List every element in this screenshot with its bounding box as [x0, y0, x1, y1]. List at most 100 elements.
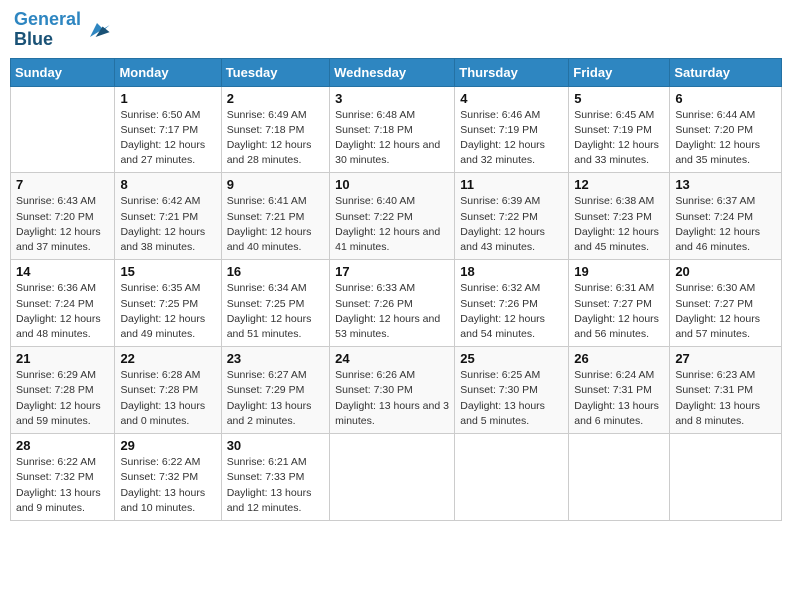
day-number: 10 [335, 177, 449, 192]
calendar-cell: 4 Sunrise: 6:46 AM Sunset: 7:19 PM Daylig… [455, 86, 569, 173]
calendar-cell [455, 434, 569, 521]
day-number: 26 [574, 351, 664, 366]
day-info: Sunrise: 6:39 AM Sunset: 7:22 PM Dayligh… [460, 194, 563, 255]
calendar-cell: 15 Sunrise: 6:35 AM Sunset: 7:25 PM Dayli… [115, 260, 221, 347]
day-number: 18 [460, 264, 563, 279]
calendar-cell: 3 Sunrise: 6:48 AM Sunset: 7:18 PM Daylig… [330, 86, 455, 173]
day-number: 16 [227, 264, 324, 279]
calendar-table: SundayMondayTuesdayWednesdayThursdayFrid… [10, 58, 782, 521]
calendar-cell: 9 Sunrise: 6:41 AM Sunset: 7:21 PM Daylig… [221, 173, 329, 260]
day-info: Sunrise: 6:43 AM Sunset: 7:20 PM Dayligh… [16, 194, 109, 255]
calendar-cell: 10 Sunrise: 6:40 AM Sunset: 7:22 PM Dayli… [330, 173, 455, 260]
day-info: Sunrise: 6:29 AM Sunset: 7:28 PM Dayligh… [16, 368, 109, 429]
logo: GeneralBlue [14, 10, 111, 50]
day-info: Sunrise: 6:30 AM Sunset: 7:27 PM Dayligh… [675, 281, 776, 342]
day-info: Sunrise: 6:22 AM Sunset: 7:32 PM Dayligh… [16, 455, 109, 516]
day-info: Sunrise: 6:40 AM Sunset: 7:22 PM Dayligh… [335, 194, 449, 255]
day-number: 2 [227, 91, 324, 106]
calendar-cell: 26 Sunrise: 6:24 AM Sunset: 7:31 PM Dayli… [569, 347, 670, 434]
calendar-cell: 7 Sunrise: 6:43 AM Sunset: 7:20 PM Daylig… [11, 173, 115, 260]
day-info: Sunrise: 6:36 AM Sunset: 7:24 PM Dayligh… [16, 281, 109, 342]
day-info: Sunrise: 6:45 AM Sunset: 7:19 PM Dayligh… [574, 108, 664, 169]
day-number: 29 [120, 438, 215, 453]
day-number: 12 [574, 177, 664, 192]
day-info: Sunrise: 6:22 AM Sunset: 7:32 PM Dayligh… [120, 455, 215, 516]
calendar-cell: 28 Sunrise: 6:22 AM Sunset: 7:32 PM Dayli… [11, 434, 115, 521]
day-number: 6 [675, 91, 776, 106]
day-number: 25 [460, 351, 563, 366]
day-number: 7 [16, 177, 109, 192]
day-info: Sunrise: 6:25 AM Sunset: 7:30 PM Dayligh… [460, 368, 563, 429]
calendar-cell: 19Sunrise: 6:31 AM Sunset: 7:27 PM Dayli… [569, 260, 670, 347]
day-info: Sunrise: 6:26 AM Sunset: 7:30 PM Dayligh… [335, 368, 449, 429]
calendar-week-1: 1 Sunrise: 6:50 AM Sunset: 7:17 PM Daylig… [11, 86, 782, 173]
calendar-cell: 23 Sunrise: 6:27 AM Sunset: 7:29 PM Dayli… [221, 347, 329, 434]
day-info: Sunrise: 6:50 AM Sunset: 7:17 PM Dayligh… [120, 108, 215, 169]
day-info: Sunrise: 6:31 AM Sunset: 7:27 PM Dayligh… [574, 281, 664, 342]
day-info: Sunrise: 6:44 AM Sunset: 7:20 PM Dayligh… [675, 108, 776, 169]
weekday-header-thursday: Thursday [455, 58, 569, 86]
day-info: Sunrise: 6:21 AM Sunset: 7:33 PM Dayligh… [227, 455, 324, 516]
day-number: 28 [16, 438, 109, 453]
day-number: 1 [120, 91, 215, 106]
calendar-header: SundayMondayTuesdayWednesdayThursdayFrid… [11, 58, 782, 86]
calendar-cell: 20 Sunrise: 6:30 AM Sunset: 7:27 PM Dayli… [670, 260, 782, 347]
day-number: 9 [227, 177, 324, 192]
day-info: Sunrise: 6:24 AM Sunset: 7:31 PM Dayligh… [574, 368, 664, 429]
calendar-cell [670, 434, 782, 521]
weekday-header-tuesday: Tuesday [221, 58, 329, 86]
day-number: 15 [120, 264, 215, 279]
day-number: 23 [227, 351, 324, 366]
weekday-header-saturday: Saturday [670, 58, 782, 86]
day-number: 4 [460, 91, 563, 106]
weekday-header-row: SundayMondayTuesdayWednesdayThursdayFrid… [11, 58, 782, 86]
calendar-week-3: 14 Sunrise: 6:36 AM Sunset: 7:24 PM Dayli… [11, 260, 782, 347]
day-number: 13 [675, 177, 776, 192]
logo-icon [83, 16, 111, 44]
calendar-cell: 2 Sunrise: 6:49 AM Sunset: 7:18 PM Daylig… [221, 86, 329, 173]
day-info: Sunrise: 6:33 AM Sunset: 7:26 PM Dayligh… [335, 281, 449, 342]
day-info: Sunrise: 6:46 AM Sunset: 7:19 PM Dayligh… [460, 108, 563, 169]
calendar-cell [330, 434, 455, 521]
day-number: 14 [16, 264, 109, 279]
day-info: Sunrise: 6:34 AM Sunset: 7:25 PM Dayligh… [227, 281, 324, 342]
day-info: Sunrise: 6:28 AM Sunset: 7:28 PM Dayligh… [120, 368, 215, 429]
day-number: 3 [335, 91, 449, 106]
calendar-cell: 14 Sunrise: 6:36 AM Sunset: 7:24 PM Dayli… [11, 260, 115, 347]
calendar-week-4: 21 Sunrise: 6:29 AM Sunset: 7:28 PM Dayli… [11, 347, 782, 434]
calendar-cell: 22Sunrise: 6:28 AM Sunset: 7:28 PM Dayli… [115, 347, 221, 434]
weekday-header-wednesday: Wednesday [330, 58, 455, 86]
calendar-body: 1 Sunrise: 6:50 AM Sunset: 7:17 PM Daylig… [11, 86, 782, 520]
calendar-cell: 13Sunrise: 6:37 AM Sunset: 7:24 PM Dayli… [670, 173, 782, 260]
calendar-cell: 17 Sunrise: 6:33 AM Sunset: 7:26 PM Dayli… [330, 260, 455, 347]
calendar-cell: 12 Sunrise: 6:38 AM Sunset: 7:23 PM Dayli… [569, 173, 670, 260]
calendar-cell [11, 86, 115, 173]
calendar-week-5: 28 Sunrise: 6:22 AM Sunset: 7:32 PM Dayli… [11, 434, 782, 521]
calendar-cell: 30Sunrise: 6:21 AM Sunset: 7:33 PM Dayli… [221, 434, 329, 521]
day-number: 21 [16, 351, 109, 366]
day-info: Sunrise: 6:38 AM Sunset: 7:23 PM Dayligh… [574, 194, 664, 255]
calendar-cell: 1 Sunrise: 6:50 AM Sunset: 7:17 PM Daylig… [115, 86, 221, 173]
day-info: Sunrise: 6:35 AM Sunset: 7:25 PM Dayligh… [120, 281, 215, 342]
day-number: 8 [120, 177, 215, 192]
weekday-header-sunday: Sunday [11, 58, 115, 86]
logo-text: GeneralBlue [14, 10, 81, 50]
day-number: 17 [335, 264, 449, 279]
day-number: 20 [675, 264, 776, 279]
page-header: GeneralBlue [10, 10, 782, 50]
day-info: Sunrise: 6:49 AM Sunset: 7:18 PM Dayligh… [227, 108, 324, 169]
calendar-cell: 25 Sunrise: 6:25 AM Sunset: 7:30 PM Dayli… [455, 347, 569, 434]
day-number: 5 [574, 91, 664, 106]
weekday-header-friday: Friday [569, 58, 670, 86]
calendar-cell: 6 Sunrise: 6:44 AM Sunset: 7:20 PM Daylig… [670, 86, 782, 173]
day-info: Sunrise: 6:41 AM Sunset: 7:21 PM Dayligh… [227, 194, 324, 255]
calendar-cell: 18 Sunrise: 6:32 AM Sunset: 7:26 PM Dayli… [455, 260, 569, 347]
calendar-cell: 21 Sunrise: 6:29 AM Sunset: 7:28 PM Dayli… [11, 347, 115, 434]
calendar-cell: 27Sunrise: 6:23 AM Sunset: 7:31 PM Dayli… [670, 347, 782, 434]
day-info: Sunrise: 6:42 AM Sunset: 7:21 PM Dayligh… [120, 194, 215, 255]
day-info: Sunrise: 6:27 AM Sunset: 7:29 PM Dayligh… [227, 368, 324, 429]
day-info: Sunrise: 6:32 AM Sunset: 7:26 PM Dayligh… [460, 281, 563, 342]
day-info: Sunrise: 6:23 AM Sunset: 7:31 PM Dayligh… [675, 368, 776, 429]
day-info: Sunrise: 6:48 AM Sunset: 7:18 PM Dayligh… [335, 108, 449, 169]
calendar-cell [569, 434, 670, 521]
